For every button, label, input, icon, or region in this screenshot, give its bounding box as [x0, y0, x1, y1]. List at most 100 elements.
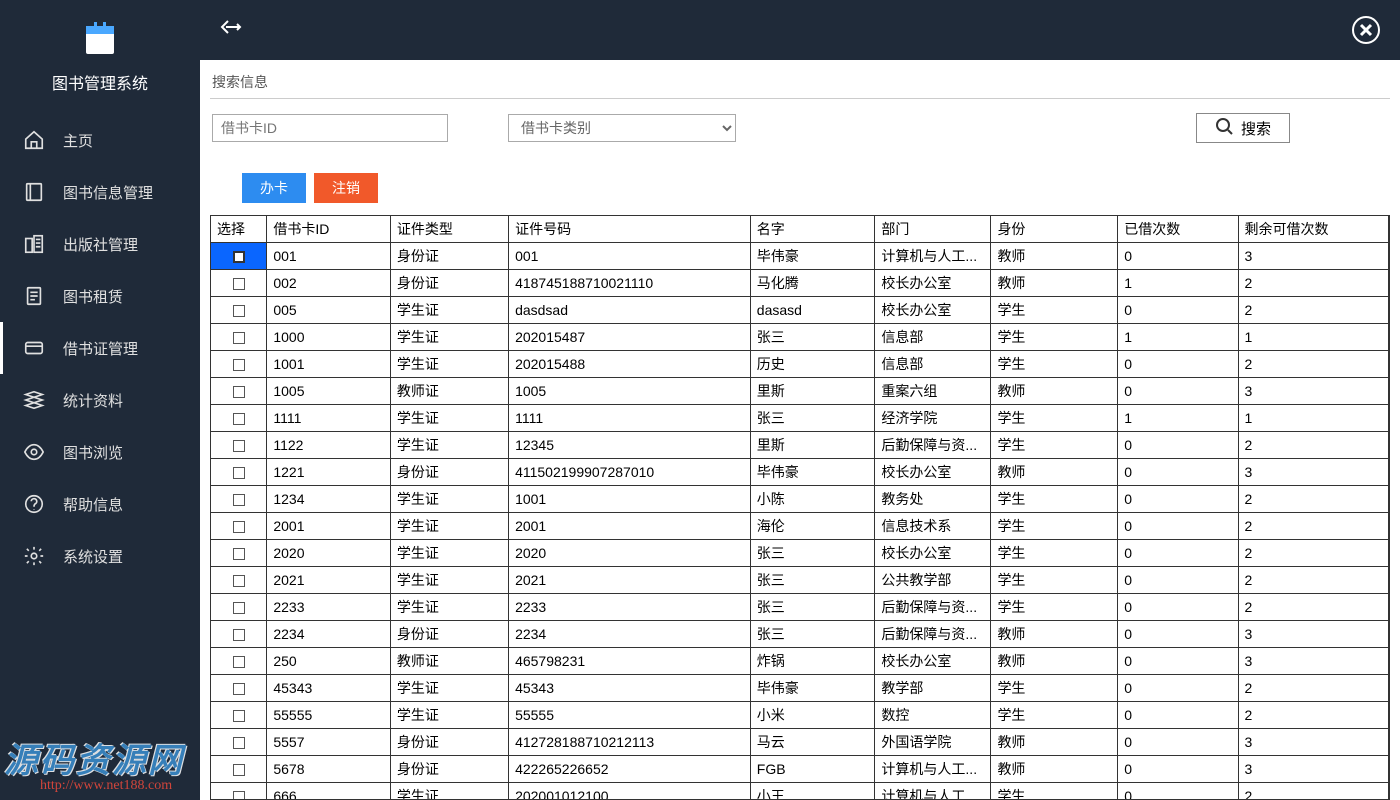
checkbox-icon[interactable] — [233, 413, 245, 425]
row-checkbox-cell[interactable] — [211, 783, 267, 800]
sidebar-item-settings[interactable]: 系统设置 — [0, 530, 200, 582]
table-row[interactable]: 55555学生证55555小米数控学生02 — [211, 702, 1389, 729]
row-checkbox-cell[interactable] — [211, 756, 267, 783]
row-checkbox-cell[interactable] — [211, 702, 267, 729]
row-checkbox-cell[interactable] — [211, 594, 267, 621]
row-checkbox-cell[interactable] — [211, 297, 267, 324]
row-checkbox-cell[interactable] — [211, 243, 267, 270]
checkbox-icon[interactable] — [233, 359, 245, 371]
checkbox-icon[interactable] — [233, 602, 245, 614]
row-checkbox-cell[interactable] — [211, 486, 267, 513]
row-checkbox-cell[interactable] — [211, 513, 267, 540]
cell-name: 小王 — [750, 783, 875, 800]
cell-id: 5557 — [267, 729, 391, 756]
table-header-cell: 已借次数 — [1118, 216, 1238, 243]
cell-borrowed: 0 — [1118, 756, 1238, 783]
cell-docnum: 2234 — [509, 621, 751, 648]
checkbox-icon[interactable] — [233, 764, 245, 776]
table-row[interactable]: 002身份证418745188710021110马化腾校长办公室教师12 — [211, 270, 1389, 297]
cell-role: 学生 — [991, 702, 1118, 729]
checkbox-icon[interactable] — [233, 656, 245, 668]
cancel-card-button[interactable]: 注销 — [314, 173, 378, 203]
sidebar-item-browse[interactable]: 图书浏览 — [0, 426, 200, 478]
row-checkbox-cell[interactable] — [211, 621, 267, 648]
table-row[interactable]: 2020学生证2020张三校长办公室学生02 — [211, 540, 1389, 567]
row-checkbox-cell[interactable] — [211, 540, 267, 567]
table-row[interactable]: 5678身份证422265226652FGB计算机与人工...教师03 — [211, 756, 1389, 783]
table-row[interactable]: 1221身份证411502199907287010毕伟豪校长办公室教师03 — [211, 459, 1389, 486]
cell-remain: 3 — [1238, 621, 1388, 648]
checkbox-icon[interactable] — [233, 494, 245, 506]
checkbox-icon[interactable] — [233, 521, 245, 533]
table-row[interactable]: 1000学生证202015487张三信息部学生11 — [211, 324, 1389, 351]
checkbox-icon[interactable] — [233, 548, 245, 560]
table-row[interactable]: 250教师证465798231炸锅校长办公室教师03 — [211, 648, 1389, 675]
search-button[interactable]: 搜索 — [1196, 113, 1290, 143]
create-card-button[interactable]: 办卡 — [242, 173, 306, 203]
cell-role: 教师 — [991, 756, 1118, 783]
table-row[interactable]: 45343学生证45343毕伟豪教学部学生02 — [211, 675, 1389, 702]
card-id-input[interactable] — [212, 114, 448, 142]
search-row: 借书卡类别 搜索 — [210, 113, 1390, 143]
cell-id: 5678 — [267, 756, 391, 783]
checkbox-icon[interactable] — [233, 467, 245, 479]
cell-docnum: 202015487 — [509, 324, 751, 351]
sidebar-item-card-mgmt[interactable]: 借书证管理 — [0, 322, 200, 374]
table-row[interactable]: 2234身份证2234张三后勤保障与资...教师03 — [211, 621, 1389, 648]
table-row[interactable]: 005学生证dasdsaddasasd校长办公室学生02 — [211, 297, 1389, 324]
home-icon — [23, 129, 45, 151]
sidebar: 图书管理系统 主页图书信息管理出版社管理图书租赁借书证管理统计资料图书浏览帮助信… — [0, 0, 200, 800]
table-row[interactable]: 2233学生证2233张三后勤保障与资...学生02 — [211, 594, 1389, 621]
row-checkbox-cell[interactable] — [211, 729, 267, 756]
cell-borrowed: 0 — [1118, 567, 1238, 594]
table-row[interactable]: 1005教师证1005里斯重案六组教师03 — [211, 378, 1389, 405]
search-panel-title: 搜索信息 — [210, 68, 1390, 99]
cell-role: 学生 — [991, 783, 1118, 800]
sidebar-item-rental[interactable]: 图书租赁 — [0, 270, 200, 322]
row-checkbox-cell[interactable] — [211, 378, 267, 405]
row-checkbox-cell[interactable] — [211, 405, 267, 432]
checkbox-icon[interactable] — [233, 386, 245, 398]
table-row[interactable]: 1111学生证1111张三经济学院学生11 — [211, 405, 1389, 432]
checkbox-icon[interactable] — [233, 710, 245, 722]
checkbox-icon[interactable] — [233, 305, 245, 317]
table-row[interactable]: 2021学生证2021张三公共教学部学生02 — [211, 567, 1389, 594]
row-checkbox-cell[interactable] — [211, 459, 267, 486]
sidebar-item-publisher[interactable]: 出版社管理 — [0, 218, 200, 270]
row-checkbox-cell[interactable] — [211, 324, 267, 351]
table-row[interactable]: 001身份证001毕伟豪计算机与人工...教师03 — [211, 243, 1389, 270]
checkbox-icon[interactable] — [233, 575, 245, 587]
checkbox-icon[interactable] — [233, 251, 245, 263]
table-row[interactable]: 2001学生证2001海伦信息技术系学生02 — [211, 513, 1389, 540]
row-checkbox-cell[interactable] — [211, 270, 267, 297]
checkbox-icon[interactable] — [233, 683, 245, 695]
row-checkbox-cell[interactable] — [211, 648, 267, 675]
close-button[interactable] — [1352, 16, 1380, 44]
checkbox-icon[interactable] — [233, 737, 245, 749]
sidebar-item-label: 主页 — [63, 130, 93, 151]
table-row[interactable]: 1234学生证1001小陈教务处学生02 — [211, 486, 1389, 513]
cell-name: 里斯 — [750, 378, 875, 405]
table-row[interactable]: 1122学生证12345里斯后勤保障与资...学生02 — [211, 432, 1389, 459]
checkbox-icon[interactable] — [233, 332, 245, 344]
checkbox-icon[interactable] — [233, 278, 245, 290]
card-type-select[interactable]: 借书卡类别 — [508, 114, 736, 142]
sidebar-item-book-info[interactable]: 图书信息管理 — [0, 166, 200, 218]
sidebar-item-help[interactable]: 帮助信息 — [0, 478, 200, 530]
checkbox-icon[interactable] — [233, 440, 245, 452]
cell-doctype: 身份证 — [390, 459, 508, 486]
checkbox-icon[interactable] — [233, 629, 245, 641]
checkbox-icon[interactable] — [233, 791, 245, 800]
row-checkbox-cell[interactable] — [211, 675, 267, 702]
sidebar-toggle-icon[interactable] — [220, 18, 242, 42]
row-checkbox-cell[interactable] — [211, 351, 267, 378]
row-checkbox-cell[interactable] — [211, 567, 267, 594]
sidebar-item-home[interactable]: 主页 — [0, 114, 200, 166]
sidebar-item-stats[interactable]: 统计资料 — [0, 374, 200, 426]
cell-remain: 2 — [1238, 594, 1388, 621]
cell-remain: 3 — [1238, 459, 1388, 486]
table-row[interactable]: 666学生证202001012100小王计算机与人工...学生02 — [211, 783, 1389, 800]
row-checkbox-cell[interactable] — [211, 432, 267, 459]
table-row[interactable]: 5557身份证412728188710212113马云外国语学院教师03 — [211, 729, 1389, 756]
table-row[interactable]: 1001学生证202015488历史信息部学生02 — [211, 351, 1389, 378]
